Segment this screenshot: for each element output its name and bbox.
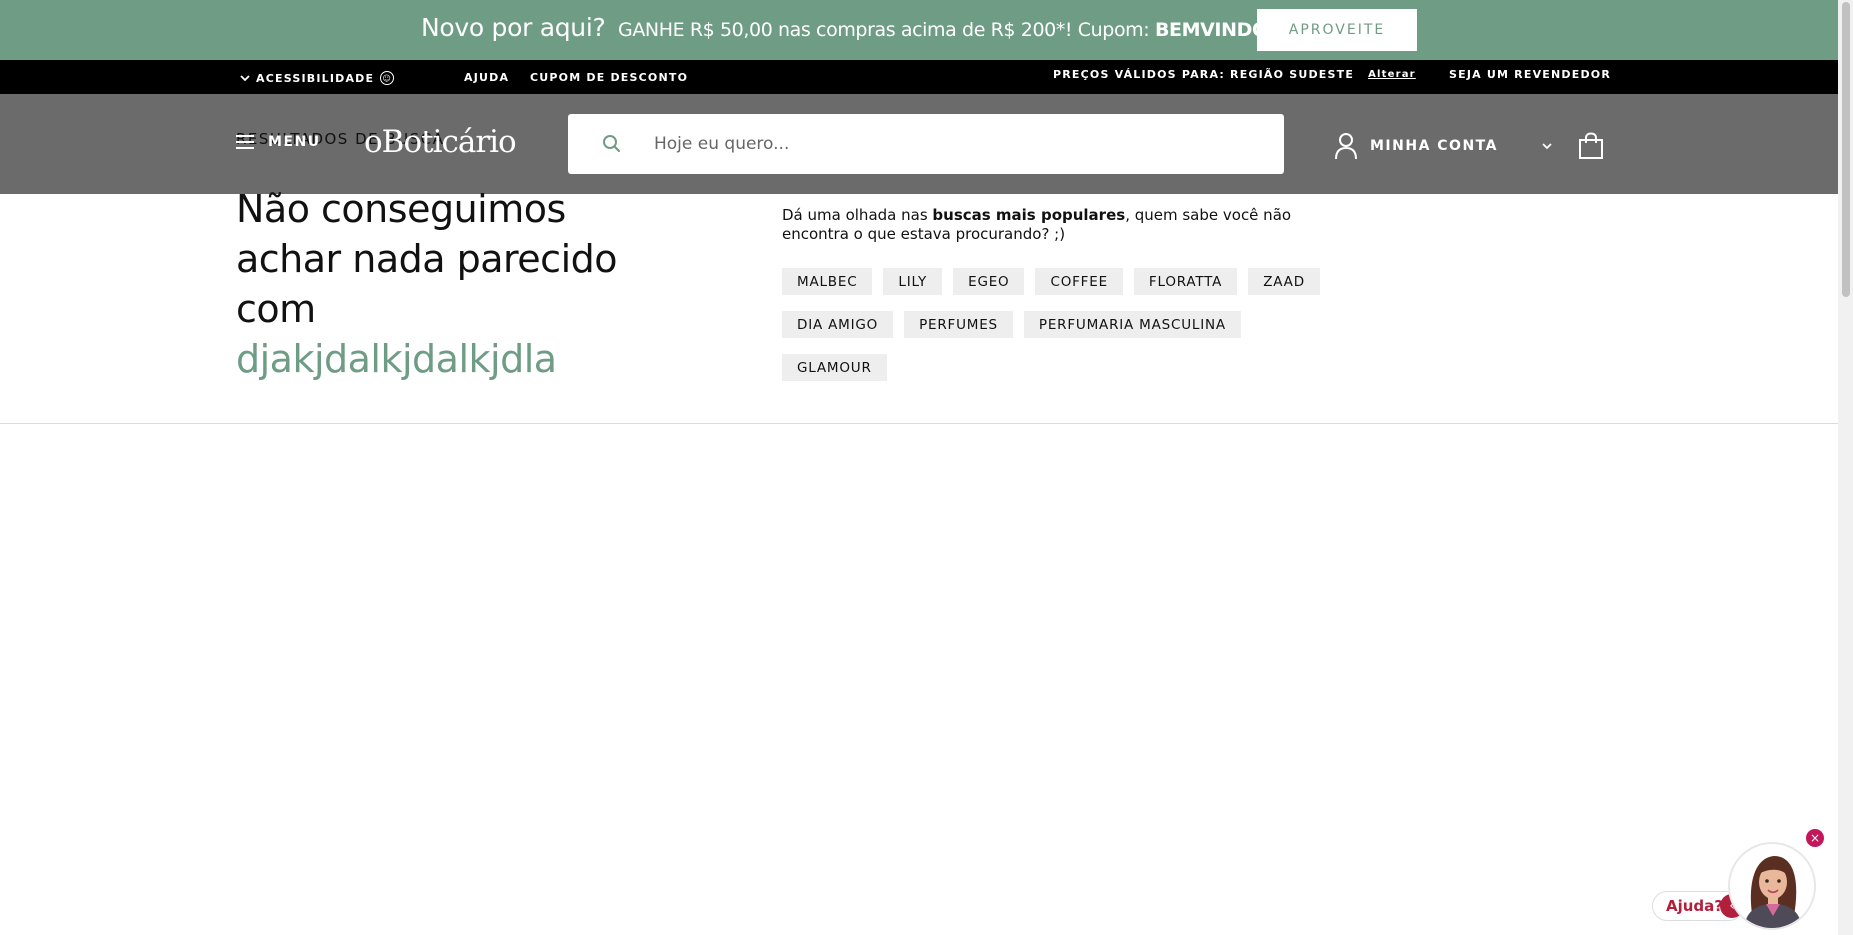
- menu-button[interactable]: MENU: [236, 134, 321, 150]
- popular-searches-intro: Dá uma olhada nas buscas mais populares,…: [782, 206, 1342, 244]
- chat-help-label: Ajuda?: [1666, 897, 1723, 915]
- utility-bar: ACESSIBILIDADE ☺ AJUDA CUPOM DE DESCONTO…: [0, 60, 1838, 94]
- search-icon[interactable]: [600, 132, 624, 156]
- popular-search-tag[interactable]: MALBEC: [782, 268, 873, 295]
- popular-search-tag[interactable]: PERFUMARIA MASCULINA: [1023, 311, 1241, 338]
- search-input[interactable]: [652, 126, 1252, 162]
- section-divider: [0, 423, 1838, 424]
- accessibility-label: ACESSIBILIDADE: [256, 71, 375, 85]
- page-scrollbar[interactable]: [1838, 0, 1853, 935]
- no-results-text: Não conseguimos achar nada parecido com: [236, 187, 618, 331]
- user-icon: [1335, 133, 1357, 160]
- popular-intro-prefix: Dá uma olhada nas: [782, 206, 933, 224]
- help-link[interactable]: AJUDA: [464, 71, 509, 84]
- promo-offer: GANHE R$ 50,00 nas compras acima de R$ 2…: [618, 19, 1294, 41]
- prices-region: PREÇOS VÁLIDOS PARA: REGIÃO SUDESTE Alte…: [1053, 68, 1416, 81]
- promo-banner: Novo por aqui? GANHE R$ 50,00 nas compra…: [0, 0, 1838, 60]
- hamburger-icon: [236, 135, 254, 149]
- shopping-bag-icon[interactable]: [1578, 132, 1604, 160]
- accessibility-toggle[interactable]: ACESSIBILIDADE ☺: [240, 71, 395, 85]
- popular-search-tag[interactable]: ZAAD: [1248, 268, 1320, 295]
- accessibility-icon: ☺: [380, 71, 395, 85]
- popular-searches-list: MALBEC LILY EGEO COFFEE FLORATTA ZAAD DI…: [782, 268, 1342, 381]
- popular-intro-bold: buscas mais populares: [932, 206, 1126, 224]
- popular-search-tag[interactable]: LILY: [883, 268, 943, 295]
- assistant-avatar-icon: [1730, 844, 1814, 928]
- menu-label: MENU: [268, 134, 321, 150]
- close-icon[interactable]: ×: [1806, 829, 1824, 847]
- popular-search-tag[interactable]: DIA AMIGO: [782, 311, 894, 338]
- chevron-down-icon: [1542, 143, 1552, 150]
- search-box: [568, 114, 1284, 174]
- brand-logo[interactable]: oBoticário: [364, 124, 517, 160]
- search-query: djakjdalkjdalkjdla: [236, 337, 557, 381]
- popular-search-tag[interactable]: COFFEE: [1035, 268, 1123, 295]
- no-results-message: Não conseguimos achar nada parecido com …: [236, 184, 636, 384]
- popular-search-tag[interactable]: GLAMOUR: [782, 354, 887, 381]
- popular-search-tag[interactable]: PERFUMES: [904, 311, 1013, 338]
- change-region-link[interactable]: Alterar: [1368, 69, 1416, 80]
- promo-cta-button[interactable]: APROVEITE: [1257, 9, 1417, 51]
- prices-region-label: PREÇOS VÁLIDOS PARA: REGIÃO SUDESTE: [1053, 68, 1355, 81]
- popular-search-tag[interactable]: EGEO: [953, 268, 1025, 295]
- coupon-link[interactable]: CUPOM DE DESCONTO: [530, 71, 688, 84]
- account-label: MINHA CONTA: [1370, 138, 1498, 154]
- reseller-link[interactable]: SEJA UM REVENDEDOR: [1449, 68, 1611, 81]
- main-header: RESULTADOS DE BUSCA MENU oBoticário MINH…: [0, 94, 1838, 194]
- scrollbar-thumb[interactable]: [1842, 2, 1850, 297]
- chevron-down-icon: [240, 75, 250, 82]
- popular-search-tag[interactable]: FLORATTA: [1133, 268, 1238, 295]
- account-menu[interactable]: MINHA CONTA: [1334, 132, 1554, 160]
- promo-headline: Novo por aqui?: [421, 13, 606, 42]
- chat-assistant-avatar[interactable]: [1728, 842, 1816, 930]
- promo-offer-text: GANHE R$ 50,00 nas compras acima de R$ 2…: [618, 19, 1155, 41]
